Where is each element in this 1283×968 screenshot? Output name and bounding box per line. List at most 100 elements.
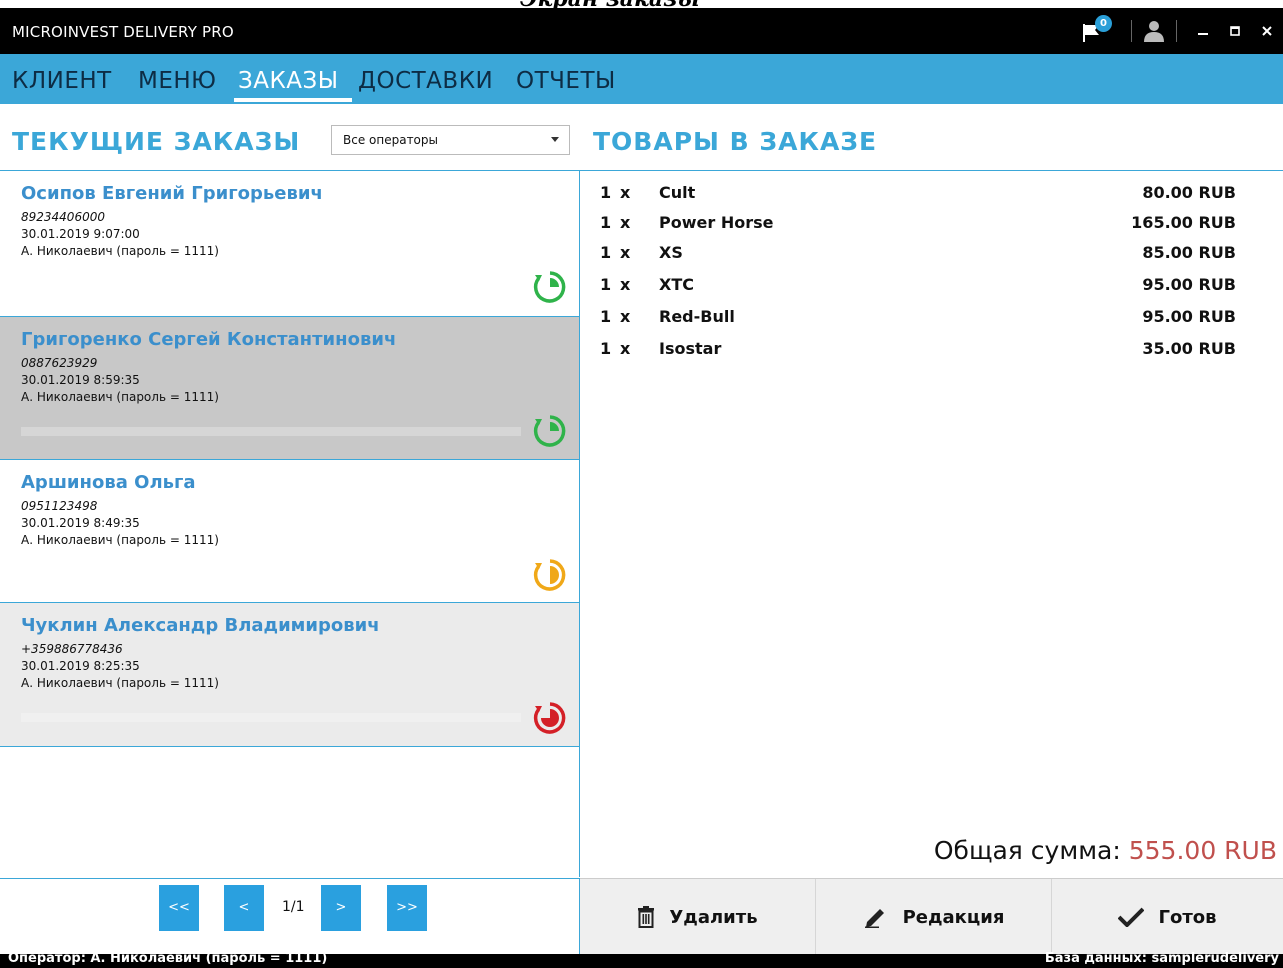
close-button[interactable] <box>1251 8 1283 54</box>
order-phone: +359886778436 <box>21 642 123 656</box>
maximize-icon <box>1230 26 1240 36</box>
order-operator: А. Николаевич (пароль = 1111) <box>21 676 219 690</box>
item-qty: 1 <box>600 339 612 358</box>
order-item-row: 1 x XTC 95.00 RUB <box>600 275 1260 305</box>
order-item-row: 1 x XS 85.00 RUB <box>600 243 1260 273</box>
menu-item-orders[interactable]: ЗАКАЗЫ <box>238 68 339 94</box>
delete-button-label: Удалить <box>669 906 758 928</box>
last-page-button[interactable]: >> <box>387 885 427 931</box>
item-times: x <box>620 307 631 326</box>
status-operator: Оператор: А. Николаевич (пароль = 1111) <box>8 951 328 966</box>
order-customer-name: Аршинова Ольга <box>21 472 196 493</box>
document-caption: Экран заказы <box>0 0 1283 8</box>
item-name: XTC <box>659 275 694 294</box>
item-price: 95.00 RUB <box>1142 307 1236 326</box>
edit-button-label: Редакция <box>902 906 1005 928</box>
order-progress-track <box>21 427 521 436</box>
order-operator: А. Николаевич (пароль = 1111) <box>21 533 219 547</box>
order-total: Общая сумма: 555.00 RUB <box>934 836 1277 865</box>
menu-item-deliveries[interactable]: ДОСТАВКИ <box>358 68 493 94</box>
item-times: x <box>620 275 631 294</box>
main-menu: КЛИЕНТ МЕНЮ ЗАКАЗЫ ДОСТАВКИ ОТЧЕТЫ <box>0 54 1283 104</box>
item-qty: 1 <box>600 307 612 326</box>
item-name: Power Horse <box>659 213 774 232</box>
order-progress-track <box>21 713 521 722</box>
progress-clock-icon <box>533 271 566 303</box>
item-qty: 1 <box>600 275 612 294</box>
order-datetime: 30.01.2019 8:59:35 <box>21 373 140 387</box>
trash-icon <box>638 906 655 928</box>
total-label: Общая сумма: <box>933 836 1129 865</box>
notification-badge: 0 <box>1095 15 1112 32</box>
menu-item-menu[interactable]: МЕНЮ <box>138 68 217 94</box>
minimize-icon <box>1198 33 1208 35</box>
operator-filter-value: Все операторы <box>343 133 438 147</box>
status-bar: Оператор: А. Николаевич (пароль = 1111) … <box>0 951 1283 968</box>
item-times: x <box>620 213 631 232</box>
maximize-button[interactable] <box>1219 8 1251 54</box>
pencil-icon <box>864 909 884 928</box>
chevron-down-icon <box>551 137 559 142</box>
order-phone: 89234406000 <box>21 210 105 224</box>
item-qty: 1 <box>600 243 612 262</box>
orders-list: Осипов Евгений Григорьевич 89234406000 3… <box>0 170 580 877</box>
pagination: << < 1/1 > >> <box>0 878 580 954</box>
items-section-title: ТОВАРЫ В ЗАКАЗЕ <box>593 127 878 156</box>
order-item-row: 1 x Cult 80.00 RUB <box>600 183 1260 213</box>
order-card[interactable]: Осипов Евгений Григорьевич 89234406000 3… <box>0 171 579 317</box>
menu-item-reports[interactable]: ОТЧЕТЫ <box>516 68 616 94</box>
order-customer-name: Григоренко Сергей Константинович <box>21 329 397 350</box>
divider <box>1176 20 1177 42</box>
item-price: 165.00 RUB <box>1131 213 1236 232</box>
item-times: x <box>620 243 631 262</box>
item-price: 85.00 RUB <box>1142 243 1236 262</box>
order-datetime: 30.01.2019 8:25:35 <box>21 659 140 673</box>
app-title: MICROINVEST DELIVERY PRO <box>12 23 234 41</box>
order-customer-name: Чуклин Александр Владимирович <box>21 615 380 636</box>
item-times: x <box>620 183 631 202</box>
edit-button[interactable]: Редакция <box>816 879 1052 955</box>
order-card[interactable]: Аршинова Ольга 0951123498 30.01.2019 8:4… <box>0 460 579 603</box>
order-datetime: 30.01.2019 9:07:00 <box>21 227 140 241</box>
first-page-button[interactable]: << <box>159 885 199 931</box>
order-operator: А. Николаевич (пароль = 1111) <box>21 244 219 258</box>
title-bar: MICROINVEST DELIVERY PRO 0 <box>0 8 1283 54</box>
next-page-button[interactable]: > <box>321 885 361 931</box>
item-name: Red-Bull <box>659 307 735 326</box>
menu-item-client[interactable]: КЛИЕНТ <box>12 68 112 94</box>
order-items-panel: 1 x Cult 80.00 RUB 1 x Power Horse 165.0… <box>580 170 1283 877</box>
checkmark-icon <box>1118 907 1145 927</box>
operator-filter-select[interactable]: Все операторы <box>331 125 570 155</box>
order-item-row: 1 x Red-Bull 95.00 RUB <box>600 307 1260 337</box>
user-icon[interactable] <box>1142 19 1166 43</box>
done-button[interactable]: Готов <box>1052 879 1283 955</box>
item-price: 80.00 RUB <box>1142 183 1236 202</box>
order-card[interactable]: Чуклин Александр Владимирович +359886778… <box>0 603 579 747</box>
item-price: 95.00 RUB <box>1142 275 1236 294</box>
order-operator: А. Николаевич (пароль = 1111) <box>21 390 219 404</box>
prev-page-button[interactable]: < <box>224 885 264 931</box>
minimize-button[interactable] <box>1187 8 1219 54</box>
order-customer-name: Осипов Евгений Григорьевич <box>21 183 323 204</box>
title-bar-controls: 0 <box>1081 8 1283 54</box>
status-database: База данных: samplerudelivery <box>1044 951 1279 966</box>
delete-button[interactable]: Удалить <box>580 879 816 955</box>
page-indicator: 1/1 <box>282 899 305 915</box>
item-name: XS <box>659 243 683 262</box>
item-price: 35.00 RUB <box>1142 339 1236 358</box>
done-button-label: Готов <box>1158 906 1217 928</box>
divider <box>1131 20 1132 42</box>
caption-text: Экран заказы <box>520 0 700 8</box>
order-datetime: 30.01.2019 8:49:35 <box>21 516 140 530</box>
order-item-row: 1 x Power Horse 165.00 RUB <box>600 213 1260 243</box>
total-amount: 555.00 RUB <box>1128 836 1277 865</box>
item-times: x <box>620 339 631 358</box>
order-actions: Удалить Редакция Готов <box>580 878 1283 955</box>
notifications-button[interactable]: 0 <box>1081 15 1112 45</box>
progress-clock-icon <box>533 702 566 734</box>
item-qty: 1 <box>600 183 612 202</box>
order-item-row: 1 x Isostar 35.00 RUB <box>600 339 1260 369</box>
item-name: Isostar <box>659 339 722 358</box>
order-card-selected[interactable]: Григоренко Сергей Константинович 0887623… <box>0 317 579 460</box>
progress-clock-icon <box>533 415 566 447</box>
